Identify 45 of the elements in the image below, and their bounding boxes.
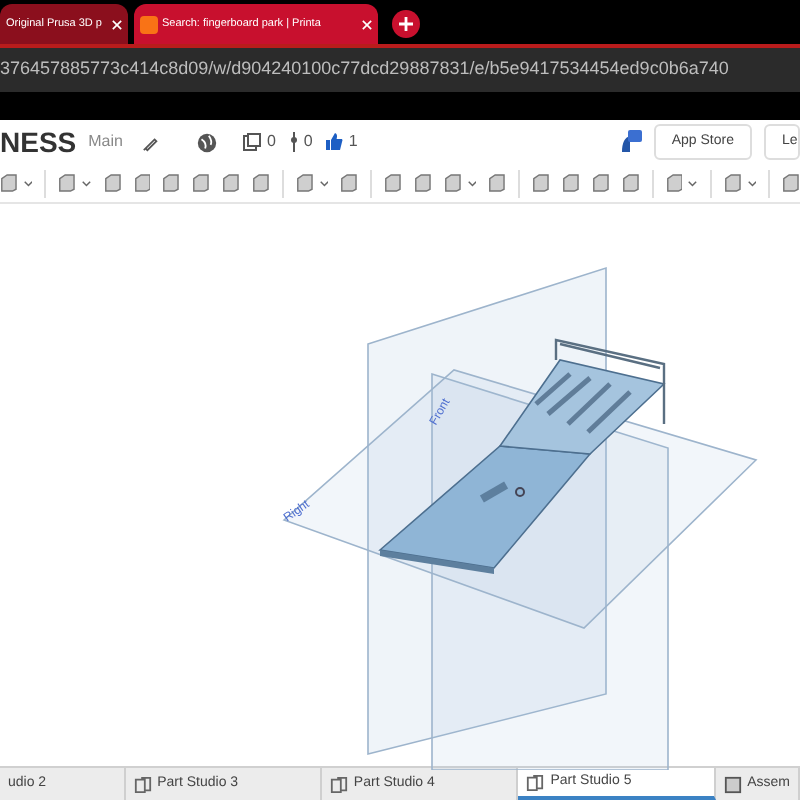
tool-icon[interactable]	[384, 172, 402, 194]
thumbs-up-icon[interactable]	[324, 132, 345, 152]
tool-icon[interactable]	[295, 172, 314, 194]
close-icon[interactable]	[112, 19, 122, 29]
count-label: 0	[266, 130, 276, 154]
tool-icon[interactable]	[723, 172, 742, 194]
tool-icon[interactable]	[252, 172, 271, 194]
tool-icon[interactable]	[0, 172, 18, 194]
tool-icon[interactable]	[222, 172, 241, 194]
tool-icon[interactable]	[443, 172, 462, 194]
tool-icon[interactable]	[103, 172, 122, 194]
branch-icon[interactable]	[287, 132, 300, 152]
new-tab-button[interactable]	[392, 10, 420, 38]
tool-icon[interactable]	[133, 172, 151, 194]
count-label: 1	[348, 130, 358, 154]
caret-icon[interactable]	[23, 179, 33, 187]
tool-icon[interactable]	[58, 172, 77, 194]
part-icon	[133, 775, 152, 793]
copy-icon[interactable]	[242, 132, 263, 152]
tool-icon[interactable]	[591, 172, 610, 194]
tool-icon[interactable]	[561, 172, 580, 194]
tool-icon[interactable]	[162, 172, 181, 194]
favicon-icon	[140, 15, 158, 33]
tool-icon[interactable]	[340, 172, 359, 194]
caret-icon[interactable]	[688, 179, 698, 187]
assembly-icon	[723, 775, 742, 793]
pencil-icon[interactable]	[142, 133, 161, 151]
part-icon	[329, 775, 348, 793]
branch-label: Main	[88, 130, 123, 154]
tool-icon[interactable]	[488, 172, 507, 194]
document-title: NESS	[0, 123, 77, 161]
globe-icon[interactable]	[196, 131, 219, 153]
count-label: 0	[303, 130, 313, 154]
tool-icon[interactable]	[532, 172, 550, 194]
caret-icon[interactable]	[319, 179, 329, 187]
tool-icon[interactable]	[782, 172, 800, 194]
close-icon[interactable]	[362, 19, 372, 29]
caret-icon[interactable]	[467, 179, 477, 187]
tool-icon[interactable]	[192, 172, 211, 194]
caret-icon[interactable]	[82, 179, 92, 187]
tool-icon[interactable]	[621, 172, 640, 194]
tool-icon[interactable]	[414, 172, 432, 194]
tool-icon[interactable]	[665, 172, 683, 194]
caret-icon[interactable]	[747, 179, 757, 187]
part-icon	[526, 773, 545, 791]
